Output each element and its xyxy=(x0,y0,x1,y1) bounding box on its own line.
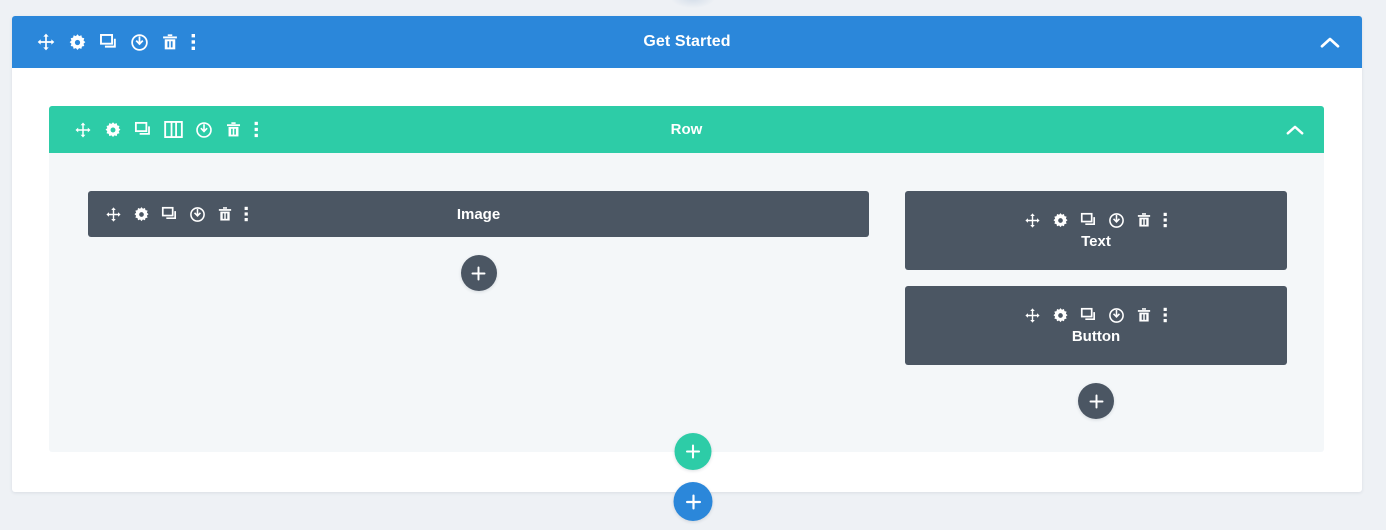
module-title: Text xyxy=(1081,232,1111,250)
row-toolbar xyxy=(49,121,259,139)
module-image[interactable]: Image xyxy=(88,191,869,237)
module-toolbar xyxy=(1024,212,1168,229)
gear-icon[interactable] xyxy=(133,206,150,223)
power-icon[interactable] xyxy=(195,121,213,139)
section-toolbar xyxy=(12,32,196,52)
trash-icon[interactable] xyxy=(217,206,233,222)
power-icon[interactable] xyxy=(1108,307,1125,324)
power-icon[interactable] xyxy=(189,206,206,223)
trash-icon[interactable] xyxy=(1136,212,1152,228)
move-icon[interactable] xyxy=(1024,212,1041,229)
column-left: Image xyxy=(88,191,869,291)
more-options-icon[interactable] xyxy=(1163,307,1168,323)
module-toolbar xyxy=(1024,307,1168,324)
duplicate-icon[interactable] xyxy=(134,121,152,139)
move-icon[interactable] xyxy=(1024,307,1041,324)
add-module-button-right[interactable] xyxy=(1078,383,1114,419)
column-right: Text Button xyxy=(905,191,1287,419)
chevron-up-icon xyxy=(1320,36,1340,49)
duplicate-icon[interactable] xyxy=(99,33,118,52)
gear-icon[interactable] xyxy=(1052,212,1069,229)
duplicate-icon[interactable] xyxy=(1080,212,1097,229)
move-icon[interactable] xyxy=(74,121,92,139)
row-header[interactable]: Row xyxy=(49,106,1324,153)
more-options-icon[interactable] xyxy=(1163,212,1168,228)
module-spacer xyxy=(905,270,1287,286)
module-title: Button xyxy=(1071,327,1121,345)
gear-icon[interactable] xyxy=(104,121,122,139)
add-row-button[interactable] xyxy=(674,433,712,470)
add-section-button[interactable] xyxy=(673,482,713,521)
gear-icon[interactable] xyxy=(1052,307,1069,324)
row-collapse-button[interactable] xyxy=(1286,106,1304,153)
trash-icon[interactable] xyxy=(225,121,242,138)
power-icon[interactable] xyxy=(130,33,149,52)
trash-icon[interactable] xyxy=(161,33,179,51)
power-icon[interactable] xyxy=(1108,212,1125,229)
more-options-icon[interactable] xyxy=(191,33,196,51)
section-title: Get Started xyxy=(643,33,731,50)
module-button[interactable]: Button xyxy=(905,286,1287,365)
gear-icon[interactable] xyxy=(68,33,87,52)
move-icon[interactable] xyxy=(36,32,56,52)
more-options-icon[interactable] xyxy=(254,121,259,138)
module-text[interactable]: Text xyxy=(905,191,1287,270)
trash-icon[interactable] xyxy=(1136,307,1152,323)
cut-off-element-above xyxy=(671,0,715,8)
section-collapse-button[interactable] xyxy=(1320,16,1340,68)
add-module-button-left[interactable] xyxy=(460,255,497,291)
page-builder-canvas: Get Started Row Image Text Button xyxy=(0,0,1386,530)
row-container: Row Image Text Button xyxy=(49,106,1324,452)
more-options-icon[interactable] xyxy=(244,206,249,222)
chevron-up-icon xyxy=(1286,124,1304,136)
section-header[interactable]: Get Started xyxy=(12,16,1362,68)
move-icon[interactable] xyxy=(105,206,122,223)
columns-icon[interactable] xyxy=(164,121,183,138)
duplicate-icon[interactable] xyxy=(1080,307,1097,324)
module-toolbar xyxy=(88,206,249,223)
duplicate-icon[interactable] xyxy=(161,206,178,223)
